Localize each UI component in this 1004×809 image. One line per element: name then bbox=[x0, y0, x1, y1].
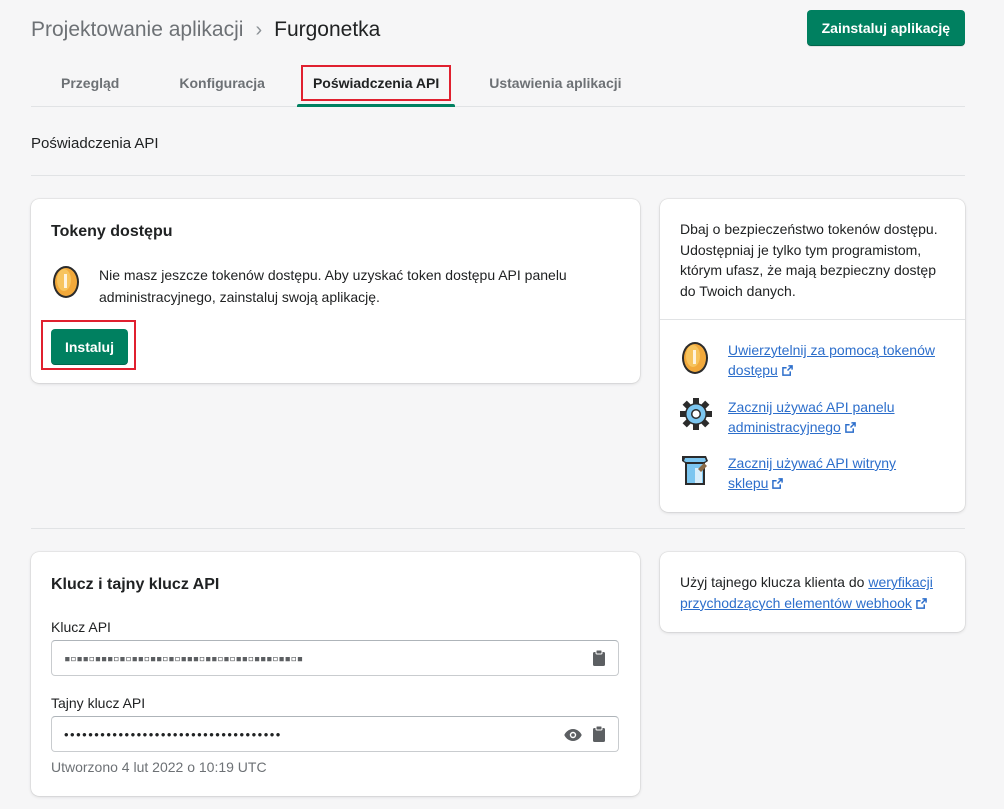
external-link-icon bbox=[772, 476, 784, 494]
section-title: Poświadczenia API bbox=[31, 135, 159, 152]
storefront-icon bbox=[680, 453, 712, 487]
install-button[interactable]: Instaluj bbox=[51, 329, 128, 365]
tokens-message-row: Nie masz jeszcze tokenów dostępu. Aby uz… bbox=[51, 264, 579, 308]
tab-label: Poświadczenia API bbox=[300, 65, 452, 101]
link-line: Zacznij używać API panelu bbox=[728, 399, 895, 415]
security-text: Dbaj o bezpieczeństwo tokenów dostępu. U… bbox=[680, 221, 938, 299]
external-link-icon bbox=[916, 594, 927, 615]
link-line: Zacznij używać API witryny bbox=[728, 455, 897, 471]
api-key-label: Klucz API bbox=[51, 619, 111, 635]
webhook-text: Użyj tajnego klucza klienta do weryfikac… bbox=[680, 572, 955, 614]
api-keys-card: Klucz i tajny klucz API Klucz API ▪▫▪▪▫▪… bbox=[31, 552, 640, 796]
auth-tokens-link[interactable]: Uwierzytelnij za pomocą tokenów dostępu bbox=[728, 340, 935, 381]
tab-configuration[interactable]: Konfiguracja bbox=[149, 60, 295, 106]
card-divider bbox=[660, 319, 965, 320]
chevron-right-icon: › bbox=[255, 18, 263, 41]
install-highlight: Instaluj bbox=[41, 320, 136, 370]
page-title: Furgonetka bbox=[274, 18, 381, 41]
card-title: Klucz i tajny klucz API bbox=[51, 576, 220, 593]
link-row-tokens: Uwierzytelnij za pomocą tokenów dostępu bbox=[680, 340, 935, 381]
secret-key-value: •••••••••••••••••••••••••••••••••••• bbox=[64, 726, 282, 742]
webhook-text-prefix: Użyj tajnego klucza klienta do bbox=[680, 574, 869, 590]
storefront-api-link[interactable]: Zacznij używać API witryny sklepu bbox=[728, 453, 896, 494]
external-link-icon bbox=[845, 420, 856, 438]
external-link-icon bbox=[782, 363, 793, 381]
api-key-field[interactable]: ▪▫▪▪▫▪▪▪▫▪▫▪▪▫▪▪▫▪▫▪▪▪▫▪▪▫▪▫▪▪▫▪▪▪▫▪▪▫▪ bbox=[51, 640, 619, 676]
security-tips-card: Dbaj o bezpieczeństwo tokenów dostępu. U… bbox=[660, 199, 965, 512]
access-tokens-card: Tokeny dostępu Nie masz jeszcze tokenów … bbox=[31, 199, 640, 383]
tab-overview[interactable]: Przegląd bbox=[31, 60, 149, 106]
webhook-verification-link[interactable]: weryfikacji bbox=[868, 574, 933, 590]
coin-icon bbox=[680, 340, 712, 374]
secret-key-field[interactable]: •••••••••••••••••••••••••••••••••••• bbox=[51, 716, 619, 752]
tab-bar: Przegląd Konfiguracja Poświadczenia API … bbox=[31, 60, 965, 107]
tab-label: Przegląd bbox=[61, 75, 120, 91]
webhook-info-card: Użyj tajnego klucza klienta do weryfikac… bbox=[660, 552, 965, 632]
link-row-admin-api: Zacznij używać API panelu administracyjn… bbox=[680, 397, 895, 438]
secret-key-label: Tajny klucz API bbox=[51, 695, 146, 711]
link-line: dostępu bbox=[728, 362, 778, 378]
created-timestamp: Utworzono 4 lut 2022 o 10:19 UTC bbox=[51, 759, 267, 775]
gear-icon bbox=[680, 397, 712, 431]
card-title: Tokeny dostępu bbox=[51, 223, 173, 240]
tab-api-credentials[interactable]: Poświadczenia API bbox=[296, 60, 456, 107]
eye-icon[interactable] bbox=[564, 728, 582, 746]
link-row-storefront-api: Zacznij używać API witryny sklepu bbox=[680, 453, 896, 494]
tab-label: Konfiguracja bbox=[179, 75, 265, 91]
tokens-message: Nie masz jeszcze tokenów dostępu. Aby uz… bbox=[99, 267, 567, 305]
tab-app-settings[interactable]: Ustawienia aplikacji bbox=[459, 60, 651, 106]
admin-api-link[interactable]: Zacznij używać API panelu administracyjn… bbox=[728, 397, 895, 438]
section-divider bbox=[31, 528, 965, 529]
webhook-verification-link[interactable]: przychodzących elementów webhook bbox=[680, 595, 912, 611]
page-header: Projektowanie aplikacji › Furgonetka Zai… bbox=[31, 10, 965, 46]
install-app-button[interactable]: Zainstaluj aplikację bbox=[806, 10, 965, 46]
clipboard-icon[interactable] bbox=[592, 725, 606, 748]
link-line: Uwierzytelnij za pomocą tokenów bbox=[728, 342, 935, 358]
coin-icon bbox=[51, 264, 81, 300]
clipboard-icon[interactable] bbox=[592, 649, 606, 672]
breadcrumb-parent-link[interactable]: Projektowanie aplikacji bbox=[31, 18, 243, 42]
tab-label: Ustawienia aplikacji bbox=[489, 75, 622, 91]
link-line: sklepu bbox=[728, 475, 769, 491]
section-divider bbox=[31, 175, 965, 176]
link-line: administracyjnego bbox=[728, 419, 841, 435]
api-key-value: ▪▫▪▪▫▪▪▪▫▪▫▪▪▫▪▪▫▪▫▪▪▪▫▪▪▫▪▫▪▪▫▪▪▪▫▪▪▫▪ bbox=[64, 651, 303, 665]
